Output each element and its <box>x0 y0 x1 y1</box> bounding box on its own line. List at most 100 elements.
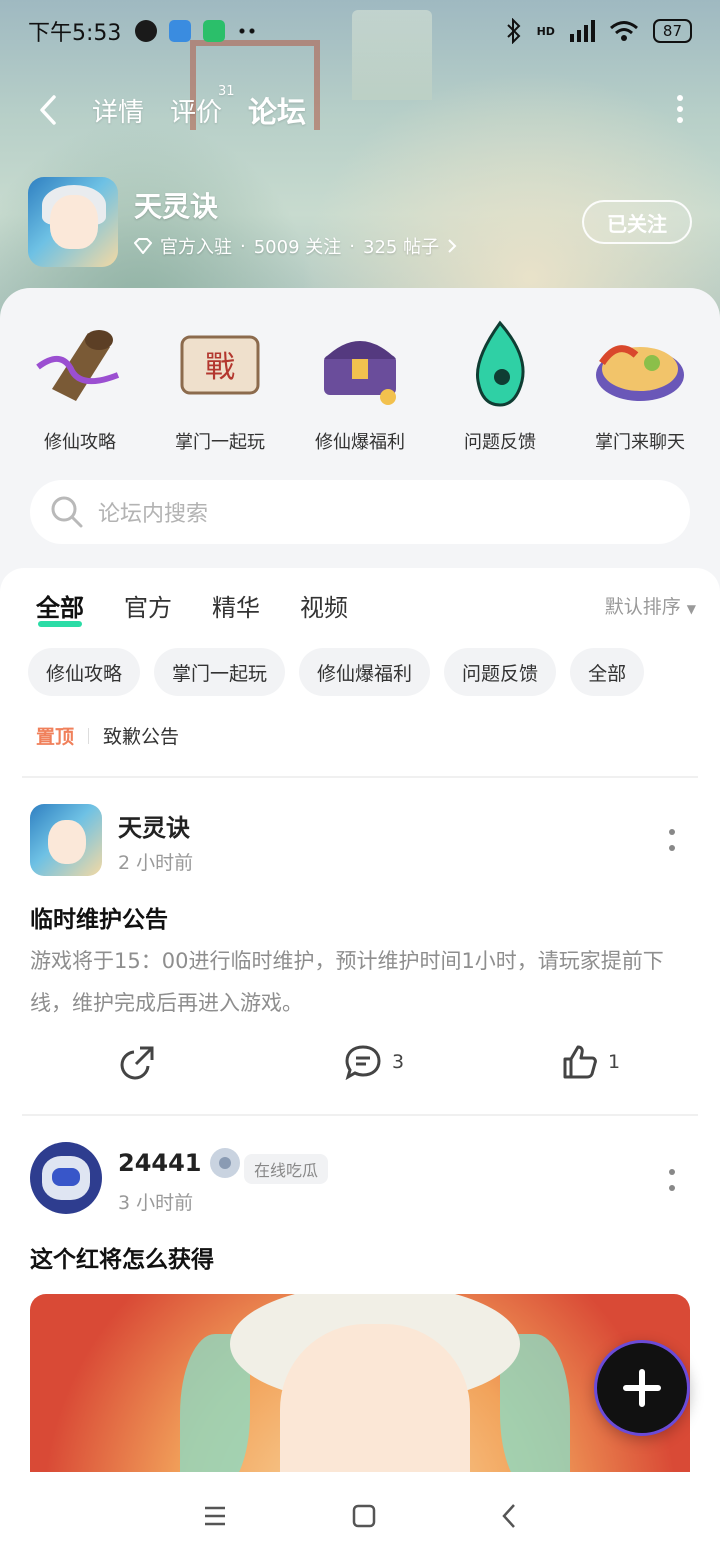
avatar[interactable] <box>30 804 102 876</box>
post-time: 3 小时前 <box>118 1192 194 1214</box>
avatar-robot-eyes <box>52 1168 80 1186</box>
treasure-chest-icon <box>312 318 408 410</box>
game-icon-face <box>50 195 98 249</box>
wifi-icon <box>609 21 638 41</box>
search-icon <box>51 496 83 528</box>
dot-separator: · <box>240 235 246 257</box>
qq-icon <box>135 20 158 42</box>
dot-separator: · <box>349 235 355 257</box>
category-label: 问题反馈 <box>464 432 536 453</box>
signal-icon <box>569 20 595 42</box>
svg-text:戰: 戰 <box>205 350 235 385</box>
tab-reviews[interactable]: 评价 31 <box>170 84 235 129</box>
feed-tabs: 全部 官方 精华 视频 <box>36 588 348 627</box>
caret-down-icon: ▼ <box>686 602 696 616</box>
chip-play-together[interactable]: 掌门一起玩 <box>154 648 286 696</box>
menu-icon[interactable] <box>203 1506 227 1526</box>
category-welfare[interactable]: 修仙爆福利 <box>295 318 425 458</box>
category-play-together[interactable]: 戰 掌门一起玩 <box>155 318 285 458</box>
search-bar[interactable]: 论坛内搜索 <box>30 480 690 544</box>
post-image[interactable] <box>30 1294 690 1494</box>
home-icon[interactable] <box>352 1504 376 1528</box>
post-author[interactable]: 24441 <box>118 1148 240 1178</box>
chip-welfare[interactable]: 修仙爆福利 <box>299 648 431 696</box>
more-options-icon[interactable] <box>676 94 684 124</box>
feed-tab-official[interactable]: 官方 <box>124 588 172 623</box>
category-label: 掌门一起玩 <box>175 432 265 453</box>
pinned-tag: 置顶 <box>36 726 75 748</box>
comment-button[interactable]: 3 <box>344 1044 404 1080</box>
followers-count: 5009 关注 <box>253 237 342 258</box>
game-name: 天灵诀 <box>134 190 219 223</box>
tab-reviews-label: 评价 <box>170 97 223 128</box>
app-notification-icon <box>169 20 192 42</box>
chevron-left-icon <box>40 95 56 125</box>
create-post-button[interactable] <box>594 1340 690 1436</box>
chip-all[interactable]: 全部 <box>570 648 645 696</box>
search-placeholder: 论坛内搜索 <box>98 502 209 527</box>
back-button[interactable] <box>30 92 66 128</box>
filter-chips: 修仙攻略 掌门一起玩 修仙爆福利 问题反馈 全部 <box>28 648 645 696</box>
pinned-post[interactable]: 置顶 致歉公告 <box>36 722 179 749</box>
plus-icon <box>623 1369 661 1407</box>
official-label: 官方入驻 <box>160 237 232 258</box>
battery-indicator: 87 <box>652 19 692 43</box>
tab-forum[interactable]: 论坛 <box>248 89 306 131</box>
sort-label: 默认排序 <box>604 596 681 618</box>
comment-count: 3 <box>392 1051 405 1073</box>
tab-details[interactable]: 详情 <box>92 92 144 129</box>
thumbs-up-icon <box>563 1045 597 1079</box>
chevron-right-icon <box>448 239 457 253</box>
scroll-icon: 戰 <box>172 318 268 410</box>
chip-feedback[interactable]: 问题反馈 <box>444 648 557 696</box>
status-time: 下午5:53 <box>28 21 122 46</box>
divider <box>22 776 698 778</box>
category-label: 修仙攻略 <box>44 432 116 453</box>
horn-icon <box>32 318 128 410</box>
post-title: 临时维护公告 <box>30 907 168 933</box>
top-navigation: 详情 评价 31 论坛 <box>0 80 720 140</box>
comment-icon <box>345 1045 381 1080</box>
more-vertical-icon[interactable] <box>668 1168 676 1192</box>
tab-forum-label: 论坛 <box>248 95 307 129</box>
pinned-title: 致歉公告 <box>103 726 180 748</box>
category-label: 掌门来聊天 <box>595 432 685 453</box>
feed-tab-video[interactable]: 视频 <box>300 588 348 623</box>
user-title-badge: 在线吃瓜 <box>244 1154 329 1184</box>
like-button[interactable]: 1 <box>562 1044 620 1080</box>
review-count-badge: 31 <box>218 83 235 99</box>
post-body: 游戏将于15：00进行临时维护，预计维护时间1小时，请玩家提前下线，维护完成后再… <box>30 949 664 1015</box>
sort-dropdown[interactable]: 默认排序 ▼ <box>605 592 696 619</box>
category-chat[interactable]: 掌门来聊天 <box>575 318 705 458</box>
like-count: 1 <box>608 1051 621 1073</box>
signal-hd-label: HD <box>536 24 555 38</box>
share-button[interactable] <box>120 1044 156 1080</box>
share-icon <box>120 1046 154 1080</box>
game-icon[interactable] <box>28 177 118 267</box>
follow-button[interactable]: 已关注 <box>582 200 692 244</box>
feed-tab-all[interactable]: 全部 <box>36 588 84 627</box>
game-meta: 天灵诀 官方入驻 · 5009 关注 · 325 帖子 <box>134 185 457 259</box>
chip-strategy[interactable]: 修仙攻略 <box>28 648 141 696</box>
diamond-icon <box>134 238 152 254</box>
food-plate-icon <box>592 318 688 410</box>
status-bar: 下午5:53 HD 87 <box>0 0 720 62</box>
feed-tab-featured[interactable]: 精华 <box>212 588 260 623</box>
post-author[interactable]: 天灵诀 <box>118 808 190 843</box>
post-author-name: 24441 <box>118 1149 202 1177</box>
post-time: 2 小时前 <box>118 852 194 874</box>
post-actions: 3 1 <box>0 1044 720 1094</box>
game-stats[interactable]: 官方入驻 · 5009 关注 · 325 帖子 <box>134 233 457 259</box>
post-image-character <box>280 1324 470 1494</box>
post-title: 这个红将怎么获得 <box>30 1247 214 1273</box>
category-feedback[interactable]: 问题反馈 <box>435 318 565 458</box>
category-strategy[interactable]: 修仙攻略 <box>15 318 145 458</box>
bluetooth-icon <box>506 18 520 44</box>
system-nav-bar <box>0 1472 720 1560</box>
back-icon[interactable] <box>501 1503 517 1529</box>
avatar[interactable] <box>30 1142 102 1214</box>
game-info: 天灵诀 官方入驻 · 5009 关注 · 325 帖子 已关注 <box>28 176 692 268</box>
more-vertical-icon[interactable] <box>668 828 676 852</box>
flame-icon <box>452 318 548 410</box>
shield-icon <box>203 20 226 42</box>
